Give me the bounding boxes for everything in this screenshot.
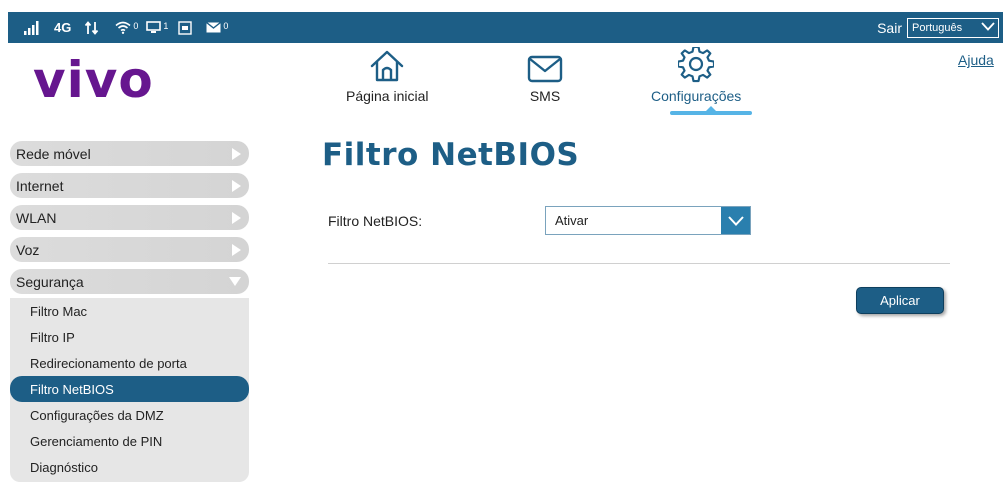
sidebar: Rede móvel Internet WLAN Voz Segurança F…	[10, 141, 249, 482]
chevron-right-icon	[211, 205, 241, 230]
sms-count: 0	[223, 20, 229, 31]
sidebar-subitem-redirecionamento-porta[interactable]: Redirecionamento de porta	[10, 350, 249, 376]
chevron-down-icon	[981, 21, 995, 34]
chevron-down-icon	[211, 269, 241, 294]
vivo-logo: vivo	[33, 51, 154, 109]
wifi-icon	[115, 21, 131, 34]
sidebar-item-label: Rede móvel	[16, 145, 91, 162]
sidebar-item-wlan[interactable]: WLAN	[10, 205, 249, 230]
sidebar-subitem-diagnostico[interactable]: Diagnóstico	[10, 454, 249, 480]
status-bar: 4G 0 1 0 Sair Português	[8, 12, 1003, 43]
netbios-filter-select[interactable]: Ativar	[545, 206, 751, 235]
sidebar-item-label: Segurança	[16, 273, 84, 290]
active-nav-underline	[670, 111, 752, 115]
help-link[interactable]: Ajuda	[958, 52, 994, 68]
language-select-value: Português	[912, 21, 963, 34]
nav-configuracoes[interactable]: Configurações	[651, 47, 741, 104]
gear-icon	[678, 47, 715, 83]
sidebar-subitem-configuracoes-dmz[interactable]: Configurações da DMZ	[10, 402, 249, 428]
sidebar-item-label: Internet	[16, 177, 64, 194]
sidebar-subitem-filtro-netbios[interactable]: Filtro NetBIOS	[10, 376, 249, 402]
netbios-filter-value: Ativar	[555, 213, 589, 228]
sidebar-subitem-gerenciamento-pin[interactable]: Gerenciamento de PIN	[10, 428, 249, 454]
sidebar-item-label: Voz	[16, 241, 40, 258]
wifi-count: 0	[133, 20, 139, 31]
divider	[328, 263, 950, 264]
data-transfer-icon	[85, 20, 99, 35]
signal-strength-icon	[24, 20, 40, 35]
language-select[interactable]: Português	[907, 17, 999, 38]
chevron-right-icon	[211, 173, 241, 198]
chevron-right-icon	[211, 237, 241, 262]
sidebar-item-internet[interactable]: Internet	[10, 173, 249, 198]
nav-sms[interactable]: SMS	[527, 47, 563, 104]
sidebar-item-seguranca[interactable]: Segurança	[10, 269, 249, 294]
sidebar-item-rede-movel[interactable]: Rede móvel	[10, 141, 249, 166]
chevron-right-icon	[211, 141, 241, 166]
sidebar-subitem-filtro-ip[interactable]: Filtro IP	[10, 324, 249, 350]
sidebar-subitem-filtro-mac[interactable]: Filtro Mac	[10, 298, 249, 324]
nav-home[interactable]: Página inicial	[346, 47, 429, 104]
connected-devices-icon	[146, 21, 162, 34]
nav-home-label: Página inicial	[346, 88, 429, 104]
sidebar-item-voz[interactable]: Voz	[10, 237, 249, 262]
envelope-icon	[527, 47, 563, 83]
netbios-filter-label: Filtro NetBIOS:	[328, 213, 423, 229]
home-icon	[369, 47, 405, 83]
page-title: Filtro NetBIOS	[322, 137, 580, 173]
network-type-indicator: 4G	[54, 20, 72, 35]
device-count: 1	[163, 20, 169, 31]
sd-card-icon	[178, 20, 193, 35]
security-submenu: Filtro Mac Filtro IP Redirecionamento de…	[10, 298, 249, 482]
nav-configuracoes-label: Configurações	[651, 88, 742, 104]
sms-envelope-icon	[206, 22, 222, 33]
apply-button[interactable]: Aplicar	[856, 287, 944, 314]
nav-sms-label: SMS	[529, 88, 561, 104]
sidebar-item-label: WLAN	[16, 209, 57, 226]
chevron-down-icon	[721, 207, 750, 234]
logout-link[interactable]: Sair	[877, 20, 902, 36]
